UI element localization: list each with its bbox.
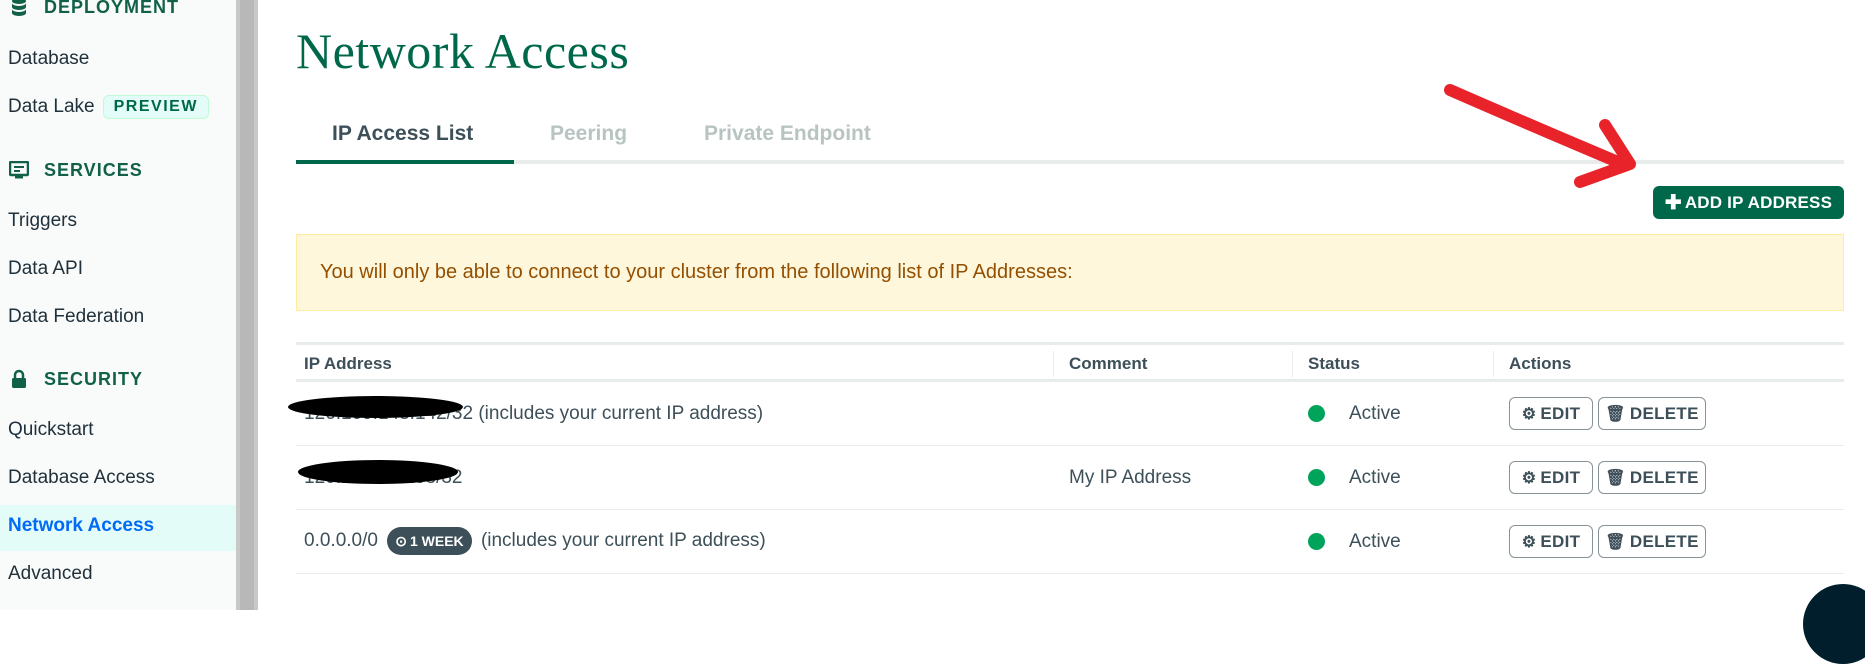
sidebar-item-label: Network Access bbox=[8, 515, 155, 536]
info-banner: You will only be able to connect to your… bbox=[296, 234, 1844, 311]
trash-icon: 🗑 bbox=[1605, 533, 1626, 551]
edit-button[interactable]: ⚙ EDIT bbox=[1509, 525, 1593, 558]
trash-icon: 🗑 bbox=[1605, 405, 1626, 423]
edit-button[interactable]: ⚙ EDIT bbox=[1509, 461, 1593, 494]
expiry-badge-label: 1 WEEK bbox=[409, 533, 464, 549]
status-text: Active bbox=[1349, 403, 1401, 424]
sidebar-item-label: Quickstart bbox=[8, 419, 94, 440]
delete-button[interactable]: 🗑 DELETE bbox=[1598, 525, 1706, 558]
sidebar-item-label: Database Access bbox=[8, 467, 155, 488]
section-title: SERVICES bbox=[44, 159, 143, 180]
annotation-arrow bbox=[1444, 84, 1636, 188]
tab-peering[interactable]: Peering bbox=[550, 122, 627, 146]
column-divider bbox=[1493, 351, 1494, 377]
tab-private-endpoint[interactable]: Private Endpoint bbox=[704, 122, 871, 146]
comment-cell: My IP Address bbox=[1069, 467, 1192, 488]
sidebar-scrollbar-thumb[interactable] bbox=[240, 0, 254, 610]
clock-icon: ⊙ bbox=[395, 532, 407, 549]
services-icon bbox=[8, 159, 30, 181]
sidebar-item-advanced[interactable]: Advanced bbox=[8, 563, 93, 585]
section-security: SECURITY bbox=[8, 368, 143, 390]
lock-icon bbox=[8, 368, 30, 390]
sidebar-item-label: Data Lake bbox=[8, 96, 95, 118]
delete-button[interactable]: 🗑 DELETE bbox=[1598, 461, 1706, 494]
sidebar-item-data-api[interactable]: Data API bbox=[8, 258, 83, 280]
column-divider bbox=[1053, 351, 1054, 377]
expiry-badge: ⊙ 1 WEEK bbox=[387, 527, 472, 555]
column-header-actions: Actions bbox=[1509, 354, 1572, 373]
sidebar-item-label: Data Federation bbox=[8, 306, 145, 327]
gear-icon: ⚙ bbox=[1521, 533, 1537, 551]
table-row: 126.169.140.93/32 My IP Address Active ⚙… bbox=[296, 446, 1844, 510]
tab-ip-access-list[interactable]: IP Access List bbox=[332, 122, 473, 146]
table-header: IP Address Comment Status Actions bbox=[296, 342, 1844, 382]
column-divider bbox=[1292, 351, 1293, 377]
banner-text: You will only be able to connect to your… bbox=[320, 261, 1073, 283]
sidebar-item-data-federation[interactable]: Data Federation bbox=[8, 306, 144, 328]
sidebar-item-database[interactable]: Database bbox=[8, 48, 89, 70]
edit-label: EDIT bbox=[1540, 467, 1581, 487]
ip-address-value: 0.0.0.0/0 bbox=[304, 530, 378, 552]
ip-address-cell: 0.0.0.0/0 ⊙ 1 WEEK (includes your current… bbox=[304, 527, 766, 555]
add-ip-address-button[interactable]: ✚ ADD IP ADDRESS bbox=[1653, 186, 1844, 219]
table-row: 0.0.0.0/0 ⊙ 1 WEEK (includes your current… bbox=[296, 510, 1844, 574]
sidebar-item-label: Data API bbox=[8, 258, 83, 279]
section-deployment: DEPLOYMENT bbox=[8, 0, 179, 18]
gear-icon: ⚙ bbox=[1521, 405, 1537, 423]
sidebar-item-quickstart[interactable]: Quickstart bbox=[8, 419, 94, 441]
status-active-icon bbox=[1308, 533, 1325, 550]
edit-label: EDIT bbox=[1540, 531, 1581, 551]
status-active-icon bbox=[1308, 469, 1325, 486]
delete-label: DELETE bbox=[1629, 467, 1699, 487]
page-title: Network Access bbox=[296, 23, 630, 79]
gear-icon: ⚙ bbox=[1521, 469, 1537, 487]
sidebar-item-label: Advanced bbox=[8, 563, 93, 584]
table-row: 126.169.148.142/32 (includes your curren… bbox=[288, 382, 1844, 446]
database-icon bbox=[8, 0, 30, 18]
section-title: SECURITY bbox=[44, 368, 144, 389]
delete-label: DELETE bbox=[1629, 403, 1699, 423]
edit-label: EDIT bbox=[1540, 403, 1581, 423]
section-services: SERVICES bbox=[8, 159, 143, 181]
status-active-icon bbox=[1308, 405, 1325, 422]
sidebar-item-triggers[interactable]: Triggers bbox=[8, 210, 77, 232]
sidebar-item-label: Database bbox=[8, 48, 90, 69]
chat-widget-button[interactable] bbox=[1803, 584, 1865, 664]
status-text: Active bbox=[1349, 467, 1401, 488]
preview-badge: PREVIEW bbox=[102, 95, 209, 119]
plus-icon: ✚ bbox=[1664, 192, 1682, 214]
sidebar-item-label: Triggers bbox=[8, 210, 77, 231]
column-header-ip-address[interactable]: IP Address bbox=[304, 354, 392, 374]
delete-button[interactable]: 🗑 DELETE bbox=[1598, 397, 1706, 430]
section-title: DEPLOYMENT bbox=[44, 0, 180, 17]
sidebar-item-data-lake[interactable]: Data Lake PREVIEW bbox=[8, 95, 209, 119]
sidebar-item-database-access[interactable]: Database Access bbox=[8, 467, 155, 489]
delete-label: DELETE bbox=[1629, 531, 1699, 551]
active-tab-indicator bbox=[296, 160, 514, 164]
column-header-status[interactable]: Status bbox=[1308, 354, 1360, 374]
ip-note: (includes your current IP address) bbox=[478, 403, 764, 424]
sidebar: DEPLOYMENT Database Data Lake PREVIEW SER… bbox=[0, 0, 236, 610]
add-ip-address-label: ADD IP ADDRESS bbox=[1684, 192, 1833, 212]
edit-button[interactable]: ⚙ EDIT bbox=[1509, 397, 1593, 430]
redaction-mark bbox=[288, 396, 463, 418]
sidebar-item-network-access[interactable]: Network Access bbox=[8, 515, 154, 537]
trash-icon: 🗑 bbox=[1605, 469, 1626, 487]
status-text: Active bbox=[1349, 531, 1401, 552]
ip-note: (includes your current IP address) bbox=[480, 530, 766, 552]
column-header-comment[interactable]: Comment bbox=[1069, 354, 1147, 374]
redaction-mark bbox=[298, 460, 458, 484]
